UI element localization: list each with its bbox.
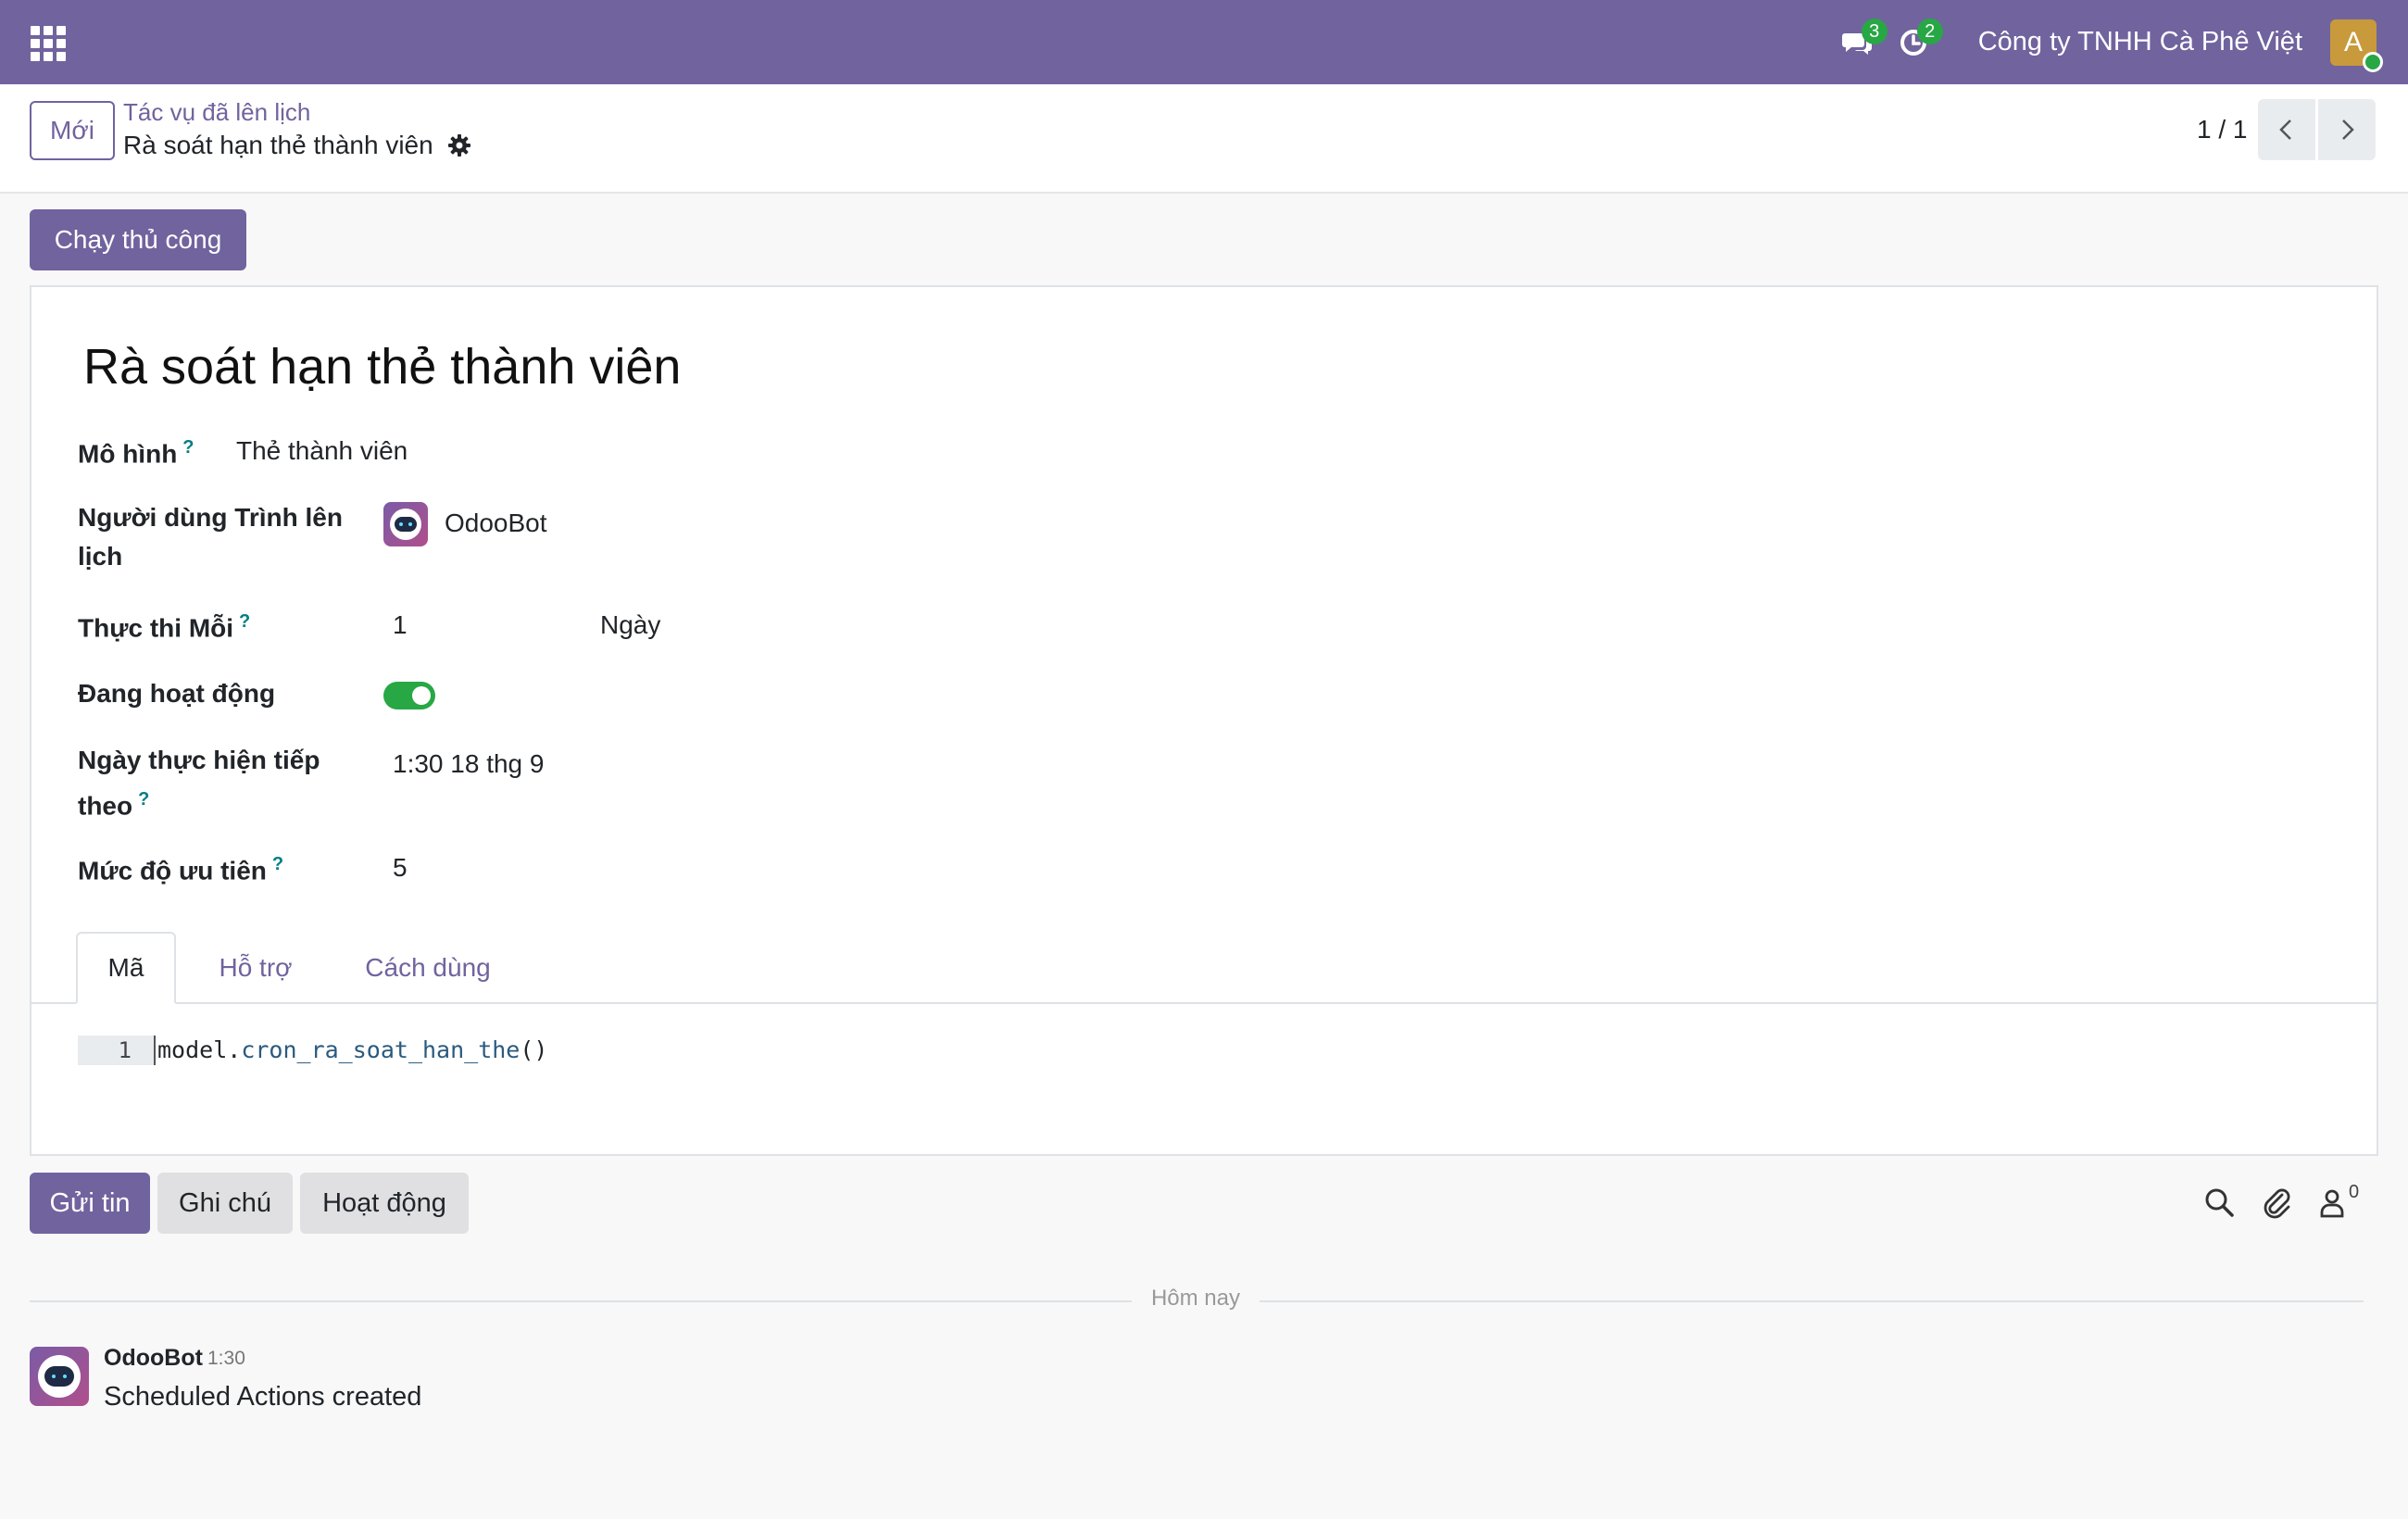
message-author[interactable]: OdooBot (104, 1345, 203, 1372)
interval-unit-field[interactable]: Ngày (600, 606, 660, 645)
tab-code[interactable]: Mã (76, 932, 176, 1004)
priority-field[interactable]: 5 (393, 848, 408, 887)
breadcrumb-current-label: Rà soát hạn thẻ thành viên (123, 131, 433, 159)
next-execution-help-icon[interactable]: ? (138, 789, 149, 810)
tab-usage[interactable]: Cách dùng (337, 932, 519, 1004)
model-label: Mô hình? (78, 428, 194, 473)
next-execution-label-line2: theo (78, 791, 133, 821)
execute-every-label: Thực thi Mỗi? (78, 602, 250, 647)
priority-label: Mức độ ưu tiên? (78, 845, 283, 890)
model-help-icon[interactable]: ? (182, 437, 194, 458)
company-switcher[interactable]: Công ty TNHH Cà Phê Việt (1978, 27, 2302, 57)
model-value: Thẻ thành viên (236, 436, 408, 465)
priority-help-icon[interactable]: ? (272, 854, 283, 874)
user-avatar[interactable]: A (2330, 19, 2383, 72)
scheduler-user-field[interactable]: OdooBot (445, 504, 547, 543)
messages-count-badge: 3 (1861, 19, 1888, 44)
message-author-avatar[interactable] (30, 1347, 89, 1406)
new-record-button[interactable]: Mới (30, 101, 115, 160)
user-initial: A (2343, 26, 2363, 57)
scheduler-user-label-line2: lịch (78, 542, 123, 571)
activities-button[interactable]: 2 (1886, 0, 1943, 84)
control-panel: Mới Tác vụ đã lên lịch Rà soát hạn thẻ t… (0, 84, 2408, 194)
record-name-field[interactable]: Rà soát hạn thẻ thành viên (83, 338, 681, 395)
scheduler-user-label: Người dùng Trình lên lịch (78, 498, 343, 576)
apps-menu-icon[interactable] (31, 26, 66, 61)
log-note-button[interactable]: Ghi chú (157, 1173, 293, 1234)
chevron-right-icon (2342, 119, 2354, 140)
date-separator-line-left (30, 1300, 1132, 1302)
code-parens: () (520, 1036, 548, 1063)
active-label: Đang hoạt động (78, 679, 276, 708)
next-execution-field[interactable]: 1:30 18 thg 9 (393, 745, 544, 784)
chevron-left-icon (2279, 119, 2291, 140)
tab-help[interactable]: Hỗ trợ (198, 932, 313, 1004)
breadcrumb-parent-link[interactable]: Tác vụ đã lên lịch (123, 98, 310, 127)
date-separator-line-right (1260, 1300, 2364, 1302)
gear-icon[interactable] (446, 132, 472, 158)
run-manually-button[interactable]: Chạy thủ công (30, 209, 246, 270)
next-execution-label-line1: Ngày thực hiện tiếp (78, 746, 320, 774)
priority-label-text: Mức độ ưu tiên (78, 856, 267, 885)
notebook-tabs: Mã Hỗ trợ Cách dùng (31, 932, 2377, 1004)
followers-count: 0 (2349, 1182, 2360, 1202)
search-icon[interactable] (2202, 1186, 2236, 1219)
execute-every-label-text: Thực thi Mỗi (78, 613, 234, 643)
scheduler-user-label-line1: Người dùng Trình lên (78, 503, 343, 532)
message-time: 1:30 (207, 1348, 245, 1369)
online-status-icon (2363, 51, 2383, 72)
date-separator-label: Hôm nay (1150, 1286, 1241, 1311)
breadcrumb-current: Rà soát hạn thẻ thành viên (123, 131, 472, 160)
odoobot-avatar (383, 502, 428, 546)
pager-previous-button[interactable] (2258, 99, 2315, 160)
code-object: model (157, 1036, 228, 1063)
pager-next-button[interactable] (2318, 99, 2376, 160)
code-method: cron_ra_soat_han_the (241, 1036, 520, 1063)
followers-icon[interactable] (2315, 1186, 2349, 1219)
message-body: Scheduled Actions created (104, 1382, 422, 1412)
activities-button-chatter[interactable]: Hoạt động (300, 1173, 469, 1234)
pager-value[interactable]: 1 / 1 (2197, 115, 2247, 144)
line-number: 1 (78, 1036, 154, 1065)
send-message-button[interactable]: Gửi tin (30, 1173, 150, 1234)
navbar-systray: 3 2 Công ty TNHH Cà Phê Việt A (1830, 0, 2408, 84)
active-toggle[interactable] (383, 682, 435, 709)
interval-number-field[interactable]: 1 (393, 606, 408, 645)
code-editor[interactable]: 1 model.cron_ra_soat_han_the() (78, 1036, 547, 1065)
activities-count-badge: 2 (1916, 19, 1943, 44)
code-line[interactable]: model.cron_ra_soat_han_the() (154, 1036, 547, 1065)
next-execution-label: Ngày thực hiện tiếp theo? (78, 741, 320, 825)
form-sheet: Rà soát hạn thẻ thành viên Mô hình? Thẻ … (30, 285, 2378, 1156)
code-dot: . (227, 1036, 242, 1063)
execute-every-help-icon[interactable]: ? (239, 611, 250, 632)
model-label-text: Mô hình (78, 439, 178, 469)
top-navbar: 3 2 Công ty TNHH Cà Phê Việt A (0, 0, 2408, 84)
messages-button[interactable]: 3 (1830, 0, 1888, 84)
paperclip-icon[interactable] (2260, 1186, 2293, 1219)
